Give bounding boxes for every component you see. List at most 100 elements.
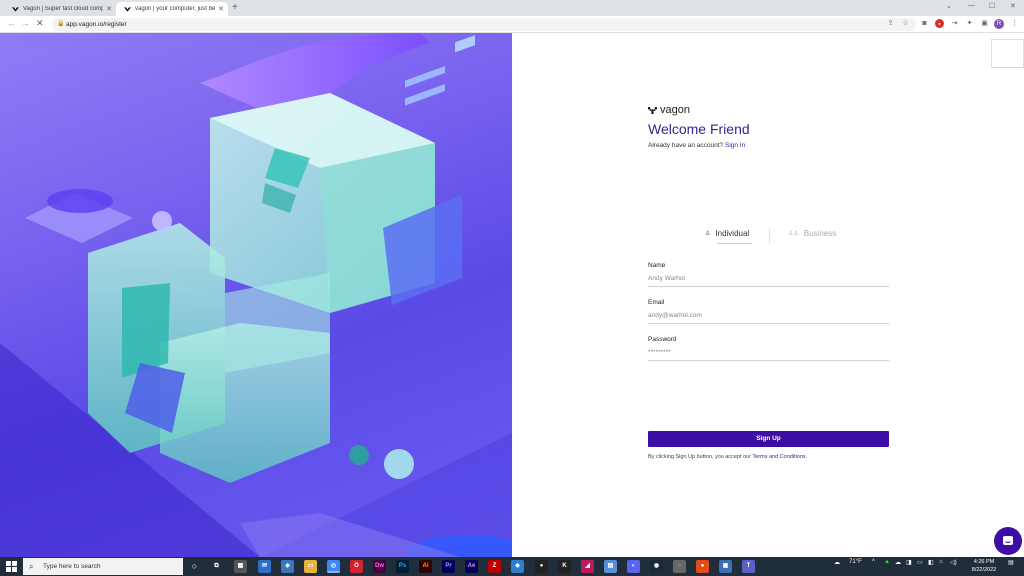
tab-individual[interactable]: ♙ Individual bbox=[705, 229, 749, 238]
vagon-logo: vagon bbox=[648, 104, 690, 116]
close-tab-icon[interactable]: ✕ bbox=[106, 5, 112, 13]
menu-kebab-icon[interactable]: ⋮ bbox=[1010, 19, 1019, 28]
close-tab-icon[interactable]: ✕ bbox=[218, 5, 224, 13]
notifications-icon[interactable]: ▤ bbox=[1008, 559, 1014, 566]
file-explorer-icon[interactable]: ▭ bbox=[304, 560, 317, 573]
github-icon[interactable]: ● bbox=[535, 560, 548, 573]
teams-icon[interactable]: T bbox=[742, 560, 755, 573]
opera-icon[interactable]: O bbox=[350, 560, 363, 573]
clock-time: 4:26 PM bbox=[973, 559, 995, 565]
discord-icon[interactable]: ◐ bbox=[627, 560, 640, 573]
task-view-icon[interactable]: ⧉ bbox=[210, 560, 223, 573]
registration-panel: vagon Welcome Friend Already have an acc… bbox=[512, 33, 1024, 557]
sign-in-prompt: Already have an account? Sign In bbox=[648, 142, 745, 149]
notes-icon[interactable]: ▤ bbox=[604, 560, 617, 573]
tray-app-icon[interactable]: ◨ bbox=[906, 559, 912, 566]
windows-start-icon[interactable] bbox=[6, 561, 17, 572]
camera-icon[interactable]: ◙ bbox=[920, 19, 929, 28]
filezilla-icon[interactable]: Z bbox=[488, 560, 501, 573]
browser-tab-1[interactable]: Vagon | Super fast cloud compu... ✕ bbox=[4, 2, 116, 16]
email-input[interactable]: andy@warhol.com bbox=[648, 312, 889, 324]
loading-stop-icon[interactable]: ✕ bbox=[36, 18, 44, 29]
illustrator-icon[interactable]: Ai bbox=[419, 560, 432, 573]
new-tab-icon[interactable]: + bbox=[232, 2, 238, 13]
app-pink-icon[interactable]: ◢ bbox=[581, 560, 594, 573]
extension-red-icon[interactable]: ● bbox=[935, 19, 944, 28]
tab-business[interactable]: ♙♙ Business bbox=[788, 229, 836, 238]
users-group-icon: ♙♙ bbox=[788, 231, 799, 237]
address-bar[interactable]: 🔒 app.vagon.io/register bbox=[52, 18, 916, 31]
display-icon[interactable]: ▭ bbox=[917, 559, 923, 566]
email-label: Email bbox=[648, 299, 665, 306]
tab-title: Vagon | Super fast cloud compu... bbox=[23, 6, 104, 12]
vagon-favicon-icon bbox=[124, 6, 131, 12]
bookmark-star-icon[interactable]: ☆ bbox=[901, 19, 910, 28]
widgets-icon[interactable]: ▦ bbox=[234, 560, 247, 573]
tray-chevron-icon[interactable]: ^ bbox=[872, 559, 875, 565]
tab-search-icon[interactable]: ⌄ bbox=[946, 2, 952, 10]
tray-green-icon[interactable]: ▲ bbox=[884, 559, 890, 565]
app-blue-icon[interactable]: ▣ bbox=[719, 560, 732, 573]
email-field-group: Email andy@warhol.com bbox=[648, 299, 889, 324]
user-icon: ♙ bbox=[705, 231, 711, 237]
after-effects-icon[interactable]: Ae bbox=[465, 560, 478, 573]
app-circle-icon[interactable]: ◌ bbox=[673, 560, 686, 573]
back-icon[interactable]: ← bbox=[7, 18, 16, 28]
network-icon[interactable]: ⌂ bbox=[939, 559, 943, 565]
browser-tab-2[interactable]: vagon | your computer, just bett... ✕ bbox=[116, 2, 228, 16]
already-text: Already have an account? bbox=[648, 142, 724, 149]
taskbar-search-placeholder: Type here to search bbox=[43, 563, 101, 570]
forward-icon[interactable]: → bbox=[21, 18, 30, 28]
chat-support-button[interactable] bbox=[994, 527, 1022, 555]
photoshop-icon[interactable]: Ps bbox=[396, 560, 409, 573]
browser-toolbar: ← → ✕ 🔒 app.vagon.io/register ⇪ ☆ ◙ ● ⇥ … bbox=[0, 16, 1024, 33]
share-icon[interactable]: ⇪ bbox=[886, 19, 895, 28]
sidebar-icon[interactable]: ▣ bbox=[980, 19, 989, 28]
name-input[interactable]: Andy Warhol bbox=[648, 275, 889, 287]
tab-individual-label: Individual bbox=[715, 229, 750, 238]
search-icon: ⌕ bbox=[29, 562, 34, 571]
dreamweaver-icon[interactable]: Dw bbox=[373, 560, 386, 573]
hero-illustration bbox=[0, 33, 512, 557]
feedback-widget[interactable] bbox=[991, 39, 1024, 68]
weather-temp[interactable]: 71°F bbox=[849, 559, 862, 565]
password-input[interactable]: ********* bbox=[648, 349, 889, 361]
page-title: Welcome Friend bbox=[648, 121, 750, 137]
vscode-icon[interactable]: ◆ bbox=[511, 560, 524, 573]
profile-avatar[interactable]: R bbox=[994, 19, 1004, 29]
close-window-icon[interactable]: ✕ bbox=[1010, 2, 1016, 10]
steam-icon[interactable]: ◉ bbox=[650, 560, 663, 573]
glass-cubes-artwork bbox=[0, 33, 512, 557]
url-text: app.vagon.io/register bbox=[66, 21, 127, 28]
sign-in-link[interactable]: Sign In bbox=[725, 142, 745, 149]
windows-taskbar: ⌕ Type here to search ○ ⧉ ▦ ✉ ◈ ▭ ◎ O Dw… bbox=[0, 557, 1024, 576]
onedrive-icon[interactable]: ☁ bbox=[895, 559, 901, 566]
chrome-icon[interactable]: ◎ bbox=[327, 560, 340, 573]
store-icon[interactable]: ◈ bbox=[281, 560, 294, 573]
terms-notice: By clicking Sign Up button, you accept o… bbox=[648, 454, 807, 460]
sign-up-button[interactable]: Sign Up bbox=[648, 431, 889, 447]
name-label: Name bbox=[648, 262, 666, 269]
tab-title: vagon | your computer, just bett... bbox=[135, 6, 216, 12]
password-field-group: Password ********* bbox=[648, 336, 889, 361]
terms-link[interactable]: Terms and Conditions. bbox=[752, 454, 807, 460]
browser-tab-bar: Vagon | Super fast cloud compu... ✕ vago… bbox=[0, 0, 1024, 16]
active-tab-indicator bbox=[717, 243, 752, 244]
maximize-icon[interactable]: ☐ bbox=[989, 2, 995, 10]
chat-icon bbox=[1003, 536, 1013, 545]
tray-app2-icon[interactable]: ◧ bbox=[928, 559, 934, 566]
extension-icon[interactable]: ⇥ bbox=[950, 19, 959, 28]
mail-icon[interactable]: ✉ bbox=[258, 560, 271, 573]
app-k-icon[interactable]: K bbox=[558, 560, 571, 573]
minimize-icon[interactable]: — bbox=[968, 2, 975, 9]
volume-icon[interactable]: ◁) bbox=[950, 559, 957, 566]
system-clock[interactable]: 4:26 PM 8/22/2022 bbox=[964, 558, 1004, 574]
name-field-group: Name Andy Warhol bbox=[648, 262, 889, 287]
weather-icon[interactable]: ☁ bbox=[834, 559, 840, 566]
cortana-icon[interactable]: ○ bbox=[188, 560, 201, 573]
taskbar-search[interactable]: ⌕ Type here to search bbox=[23, 558, 183, 575]
terms-prefix: By clicking Sign Up button, you accept o… bbox=[648, 454, 752, 460]
premiere-icon[interactable]: Pr bbox=[442, 560, 455, 573]
app-orange-icon[interactable]: ● bbox=[696, 560, 709, 573]
puzzle-icon[interactable]: ✦ bbox=[965, 19, 974, 28]
